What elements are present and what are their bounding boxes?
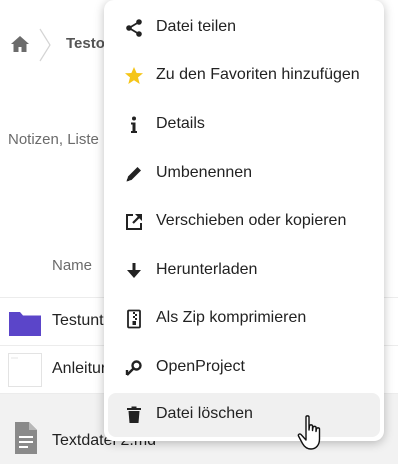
download-icon [127,263,141,278]
menu-item-label: Datei löschen [156,405,253,422]
menu-item-openproject[interactable]: OpenProject [108,346,380,390]
folder-description: Notizen, Liste [8,131,99,148]
menu-item-share[interactable]: Datei teilen [108,6,380,50]
file-name[interactable]: Anleitur [52,360,106,378]
column-header-name[interactable]: Name [52,257,92,274]
zip-icon [127,309,141,329]
move-copy-icon [126,214,142,230]
share-icon [126,19,142,37]
menu-item-move-copy[interactable]: Verschieben oder kopieren [108,200,380,244]
menu-item-label: OpenProject [156,358,245,375]
text-file-icon [15,422,37,454]
file-actions-menu: Datei teilen Zu den Favoriten hinzufügen… [104,0,384,441]
menu-item-details[interactable]: Details [108,103,380,147]
pencil-icon [126,167,141,182]
menu-item-rename[interactable]: Umbenennen [108,152,380,196]
breadcrumb-folder[interactable]: Testo [66,35,105,52]
menu-item-zip[interactable]: Als Zip komprimieren [108,297,380,341]
home-icon[interactable] [10,34,30,54]
info-icon [131,116,137,133]
menu-item-delete[interactable]: Datei löschen [108,393,380,437]
menu-item-label: Datei teilen [156,18,237,35]
star-icon [125,67,143,84]
menu-item-label: Umbenennen [156,164,253,181]
files-app-page: Testo Notizen, Liste Name Testunt Anleit… [0,0,398,464]
menu-item-label: Details [156,115,205,132]
document-thumbnail-icon [8,353,42,387]
hand-cursor-icon [297,415,321,450]
menu-item-label: Herunterladen [156,261,258,278]
menu-item-label: Verschieben oder kopieren [156,212,347,229]
menu-item-download[interactable]: Herunterladen [108,249,380,293]
openproject-icon [125,360,142,376]
menu-item-favorite[interactable]: Zu den Favoriten hinzufügen [108,54,380,98]
menu-item-label: Zu den Favoriten hinzufügen [156,66,360,83]
folder-icon [9,312,41,336]
breadcrumb-separator-icon [39,28,51,62]
menu-item-label: Als Zip komprimieren [156,309,307,326]
trash-icon [127,406,141,423]
file-name[interactable]: Testunt [52,312,104,330]
